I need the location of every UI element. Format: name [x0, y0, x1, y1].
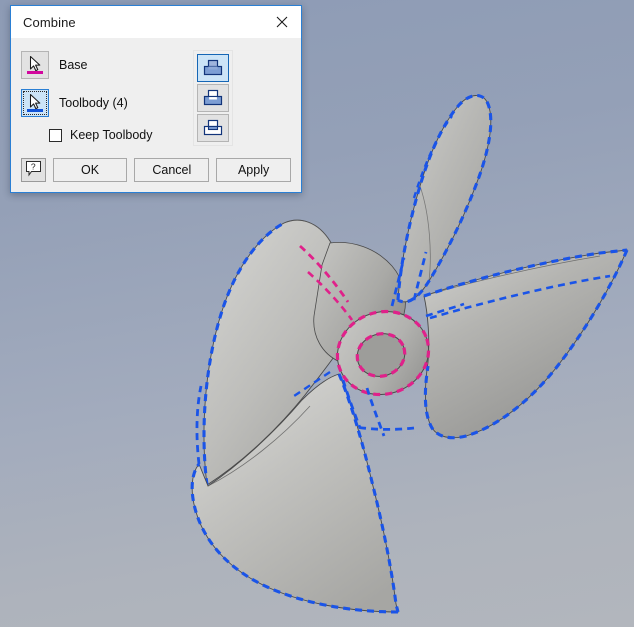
selector-list: Base Toolbody (4) Keep Toolbody: [21, 48, 181, 150]
ok-button[interactable]: OK: [52, 158, 128, 182]
boolean-cut-icon: [202, 88, 224, 108]
toolbody-accent-bar: [27, 109, 43, 112]
base-accent-bar: [27, 71, 43, 74]
base-select-button[interactable]: [21, 51, 49, 79]
keep-toolbody-row[interactable]: Keep Toolbody: [21, 124, 181, 146]
boolean-join-button[interactable]: [197, 54, 229, 82]
dialog-title: Combine: [23, 14, 76, 30]
boolean-intersect-button[interactable]: [197, 114, 229, 142]
base-selector-row[interactable]: Base: [21, 48, 181, 82]
toolbody-select-button[interactable]: [21, 89, 49, 117]
boolean-intersect-icon: [202, 118, 224, 138]
toolbody-selector-row[interactable]: Toolbody (4): [21, 86, 181, 120]
boolean-operation-group: [193, 50, 233, 146]
svg-text:?: ?: [31, 161, 36, 171]
help-question-icon: ?: [25, 160, 42, 180]
blade-right[interactable]: [423, 248, 629, 440]
dialog-body: Base Toolbody (4) Keep Toolbody: [11, 38, 301, 150]
close-icon: [276, 16, 288, 28]
dialog-button-bar: ? OK Cancel Apply: [11, 150, 301, 192]
keep-toolbody-label: Keep Toolbody: [70, 128, 153, 142]
dialog-titlebar[interactable]: Combine: [11, 6, 301, 38]
toolbody-label: Toolbody (4): [59, 96, 128, 110]
cancel-button[interactable]: Cancel: [134, 158, 210, 182]
select-cursor-icon: [25, 93, 45, 113]
boolean-cut-button[interactable]: [197, 84, 229, 112]
apply-button[interactable]: Apply: [216, 158, 291, 182]
boolean-join-icon: [202, 58, 224, 78]
select-cursor-icon: [25, 55, 45, 75]
help-button[interactable]: ?: [21, 158, 46, 182]
base-label: Base: [59, 58, 88, 72]
blade-top[interactable]: [396, 93, 493, 304]
keep-toolbody-checkbox[interactable]: [49, 128, 62, 142]
combine-dialog[interactable]: Combine Base Toolbody (4) Keep Toolbody …: [10, 5, 302, 193]
close-button[interactable]: [263, 7, 301, 38]
